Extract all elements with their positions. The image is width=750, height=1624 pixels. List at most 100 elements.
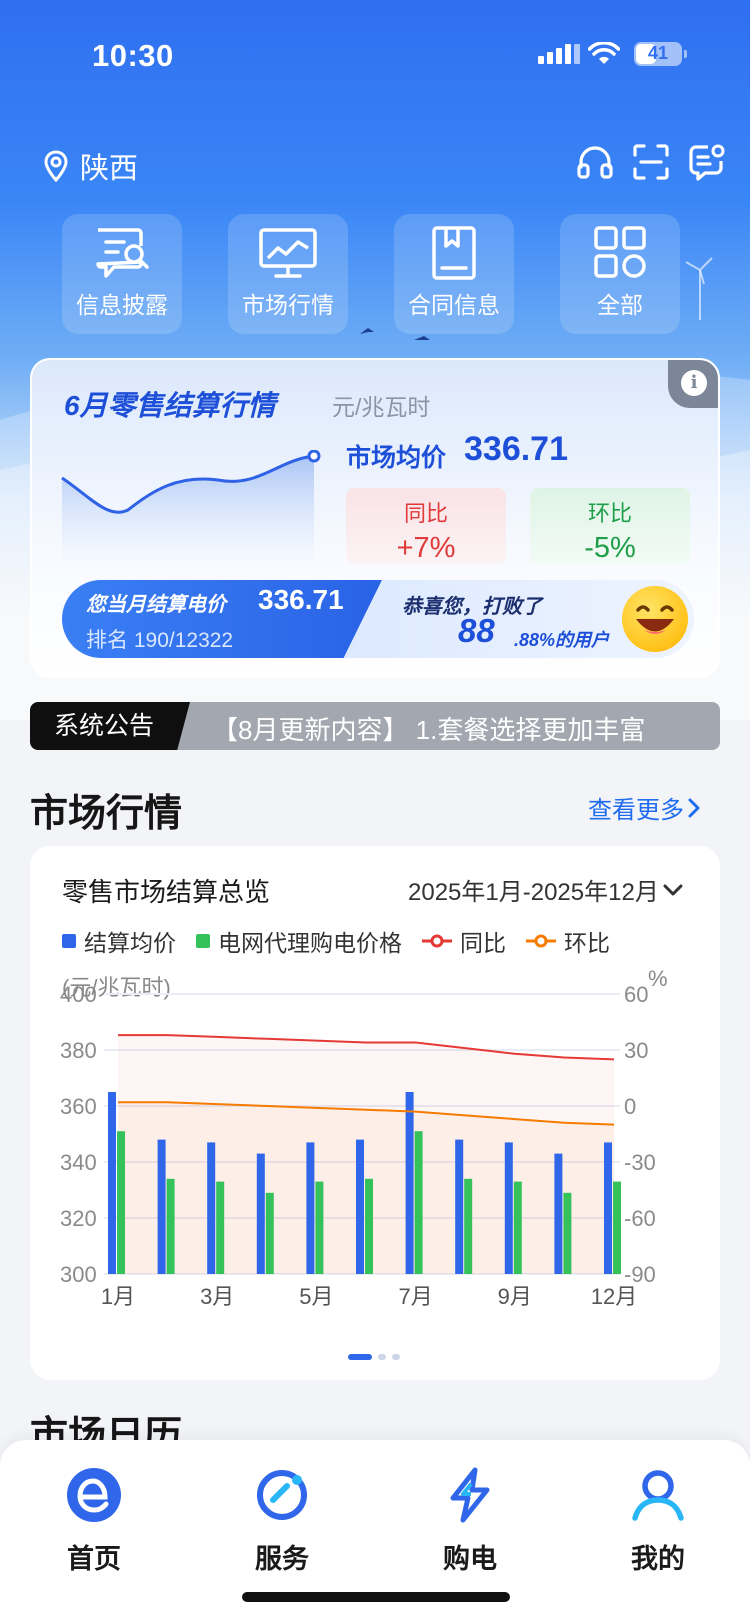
settlement-unit: 元/兆瓦时 (332, 394, 431, 420)
bar-settlement-avg (504, 1142, 513, 1274)
bar-settlement-avg (455, 1139, 464, 1274)
right-axis-tick-label: 30 (624, 1038, 648, 1063)
bar-settlement-avg (604, 1142, 612, 1274)
quick-actions: 信息披露 市场行情 合同信息 全部 (62, 214, 680, 334)
settlement-title: 6月零售结算行情 (64, 390, 276, 421)
y-axis-tick-label: 320 (60, 1206, 97, 1231)
bar-settlement-avg (405, 1092, 414, 1274)
bar-settlement-avg (356, 1139, 364, 1274)
scan-icon[interactable] (632, 143, 670, 181)
info-icon: i (681, 370, 707, 396)
bar-grid-agent-price (166, 1178, 175, 1274)
battery-icon: 41 (634, 42, 687, 66)
beat-percent-small: .88%的用户 (514, 630, 610, 650)
my-price-value: 336.71 (258, 584, 344, 615)
x-axis-tick-label: 9月 (498, 1284, 532, 1309)
cellular-signal-icon (538, 44, 580, 64)
chevron-right-icon (688, 798, 700, 817)
quick-action-label: 全部 (597, 292, 643, 318)
x-axis-tick-label: 7月 (398, 1284, 432, 1309)
x-axis-tick-label: 5月 (299, 1284, 333, 1309)
y-axis-tick-label: 340 (60, 1150, 97, 1175)
home-e-icon (67, 1468, 121, 1522)
pager-dot (392, 1354, 400, 1360)
rank-text: 排名 190/12322 (86, 629, 234, 652)
yoy-label: 同比 (403, 501, 448, 526)
quick-action-label: 信息披露 (76, 292, 168, 318)
y-axis-tick-label: 300 (60, 1262, 97, 1287)
bar-grid-agent-price (464, 1178, 473, 1274)
right-axis-tick-label: 60 (624, 982, 648, 1007)
quick-action-all[interactable]: 全部 (560, 214, 680, 334)
quick-action-label: 合同信息 (408, 292, 500, 318)
bar-grid-agent-price (613, 1181, 621, 1274)
bar-grid-agent-price (216, 1181, 225, 1274)
notice-text: 【8月更新内容】 1.套餐选择更加丰富 (212, 715, 646, 745)
pager-dot-active (348, 1354, 372, 1360)
market-chart-icon (259, 228, 317, 278)
system-notice-bar[interactable]: 系统公告 【8月更新内容】 1.套餐选择更加丰富 (30, 702, 720, 750)
bar-settlement-avg (554, 1153, 563, 1274)
quick-action-market[interactable]: 市场行情 (228, 214, 348, 334)
bar-settlement-avg (207, 1142, 216, 1274)
mom-value: -5% (584, 532, 636, 564)
chart-card: 零售市场结算总览 2025年1月-2025年12月 结算均价 电网代理购电价格 … (30, 846, 720, 1380)
settlement-chart[interactable]: 40038036034032030060300-30-60-901月 3月 5月 7月… (30, 846, 720, 1326)
bar-grid-agent-price (265, 1192, 274, 1274)
tab-profile[interactable]: 我的 (598, 1466, 718, 1576)
profile-icon (632, 1470, 684, 1521)
location-selector[interactable]: 陕西 (44, 145, 138, 187)
view-more-link[interactable]: 查看更多 (588, 790, 704, 825)
status-time: 10:30 (92, 38, 174, 73)
home-indicator (242, 1592, 510, 1602)
rank-banner: 您当月结算电价 336.71 排名 190/12322 恭喜您，打败了 88 .… (62, 580, 694, 658)
grid-icon (594, 226, 646, 278)
view-more-label: 查看更多 (588, 797, 684, 824)
price-sparkline (61, 450, 321, 560)
x-axis-tick-label: 1月 (101, 1284, 135, 1309)
tab-home[interactable]: 首页 (34, 1466, 154, 1576)
wifi-icon (588, 42, 620, 64)
headset-icon[interactable] (576, 143, 614, 181)
avg-price-value: 336.71 (464, 430, 568, 468)
bar-grid-agent-price (414, 1131, 423, 1274)
pager-dot (378, 1354, 386, 1360)
x-axis-tick-label: 12月 (591, 1284, 637, 1309)
x-axis-tick-label: 3月 (200, 1284, 234, 1309)
tab-label: 首页 (67, 1544, 121, 1574)
top-action-icons (576, 143, 726, 181)
market-section-title: 市场行情 (30, 793, 183, 835)
bar-settlement-avg (256, 1153, 265, 1274)
tab-service[interactable]: 服务 (222, 1466, 342, 1576)
bar-grid-agent-price (513, 1181, 522, 1274)
bar-grid-agent-price (315, 1181, 324, 1274)
quick-action-info-disclosure[interactable]: 信息披露 (62, 214, 182, 334)
y-axis-tick-label: 400 (60, 982, 97, 1007)
bar-settlement-avg (157, 1139, 166, 1274)
tab-purchase[interactable]: 购电 (410, 1466, 530, 1576)
mom-label: 环比 (587, 501, 632, 526)
bar-settlement-avg (108, 1092, 116, 1274)
info-button[interactable]: i (668, 360, 718, 408)
mom-box: 环比 -5% (530, 488, 690, 564)
info-disclosure-icon (96, 228, 149, 278)
tab-label: 我的 (631, 1544, 685, 1574)
my-price-label: 您当月结算电价 (86, 594, 226, 616)
location-name: 陕西 (80, 153, 139, 185)
bar-grid-agent-price (365, 1178, 373, 1274)
bar-grid-agent-price (563, 1192, 572, 1274)
settlement-card[interactable]: 6月零售结算行情 元/兆瓦时 i 市场均价 336.71 同比 +7% 环比 -… (30, 358, 720, 678)
yoy-box: 同比 +7% (346, 488, 506, 564)
quick-action-contract[interactable]: 合同信息 (394, 214, 514, 334)
beat-percent-big: 88 (458, 612, 495, 649)
y-axis-tick-label: 380 (60, 1038, 97, 1063)
bar-grid-agent-price (117, 1131, 125, 1274)
bottom-tab-bar: 首页 服务 购电 我的 (0, 1440, 750, 1624)
tab-label: 服务 (255, 1544, 309, 1574)
battery-level: 41 (647, 43, 669, 63)
contract-icon (432, 226, 476, 280)
laughing-emoji-icon (622, 586, 688, 652)
tab-label: 购电 (443, 1544, 497, 1574)
pager-dots (348, 1354, 400, 1360)
message-icon[interactable] (688, 143, 726, 181)
